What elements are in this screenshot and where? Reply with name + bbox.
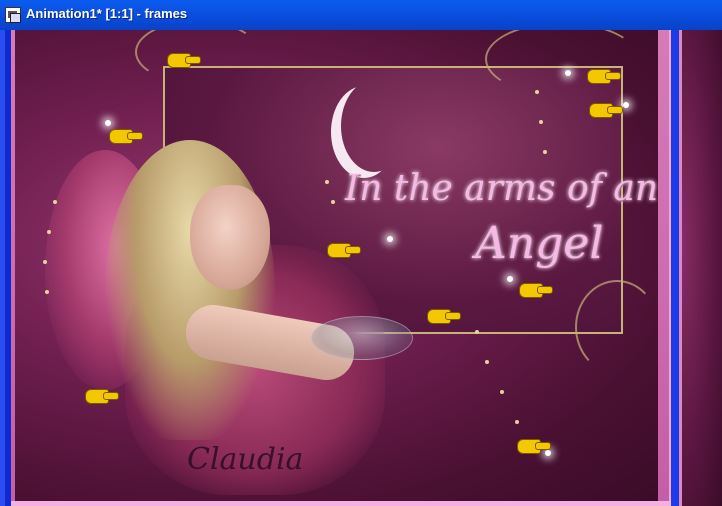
window-title: Animation1* [1:1] - frames <box>26 6 188 21</box>
gold-bead <box>325 180 329 184</box>
fairy-hair-image <box>105 140 275 440</box>
pointing-hand-icon <box>85 386 119 404</box>
current-frame[interactable]: In the arms of an Angel Claudia <box>11 30 673 506</box>
pointing-hand-icon <box>519 280 553 298</box>
sparkle <box>387 236 393 242</box>
gold-bead <box>535 90 539 94</box>
gold-bead <box>485 360 489 364</box>
gold-bead <box>53 200 57 204</box>
gold-bead <box>331 200 335 204</box>
pointing-hand-icon <box>517 436 551 454</box>
pointing-hand-icon <box>327 240 361 258</box>
sparkle <box>623 102 629 108</box>
crescent-moon-image <box>341 80 407 172</box>
frame-image: In the arms of an Angel Claudia <box>15 30 658 501</box>
headline-text-line2: Angel <box>475 218 604 269</box>
pointing-hand-icon <box>427 306 461 324</box>
fairy-face-image <box>190 185 270 290</box>
app-icon[interactable] <box>5 7 21 23</box>
gold-bead <box>500 390 504 394</box>
gold-swirl-decoration <box>575 280 658 374</box>
gold-bead <box>475 330 479 334</box>
title-bar[interactable]: Animation1* [1:1] - frames <box>0 0 722 30</box>
next-frame-preview[interactable] <box>679 30 722 506</box>
gold-bead <box>43 260 47 264</box>
pointing-hand-icon <box>589 100 623 118</box>
headline-text-line1: In the arms of an <box>345 168 658 209</box>
pointing-hand-icon <box>167 50 201 68</box>
gold-bead <box>47 230 51 234</box>
frame-separator <box>671 30 679 506</box>
pointing-hand-icon <box>109 126 143 144</box>
frame-bottom-border <box>11 501 671 506</box>
glass-orb-image <box>311 316 413 360</box>
sparkle <box>565 70 571 76</box>
pointing-hand-icon <box>587 66 621 84</box>
artist-signature: Claudia <box>187 442 304 477</box>
gold-bead <box>543 150 547 154</box>
gold-bead <box>515 420 519 424</box>
canvas-area[interactable]: In the arms of an Angel Claudia <box>0 30 722 506</box>
gold-bead <box>539 120 543 124</box>
gold-bead <box>45 290 49 294</box>
sparkle <box>507 276 513 282</box>
next-frame-border <box>679 30 682 506</box>
